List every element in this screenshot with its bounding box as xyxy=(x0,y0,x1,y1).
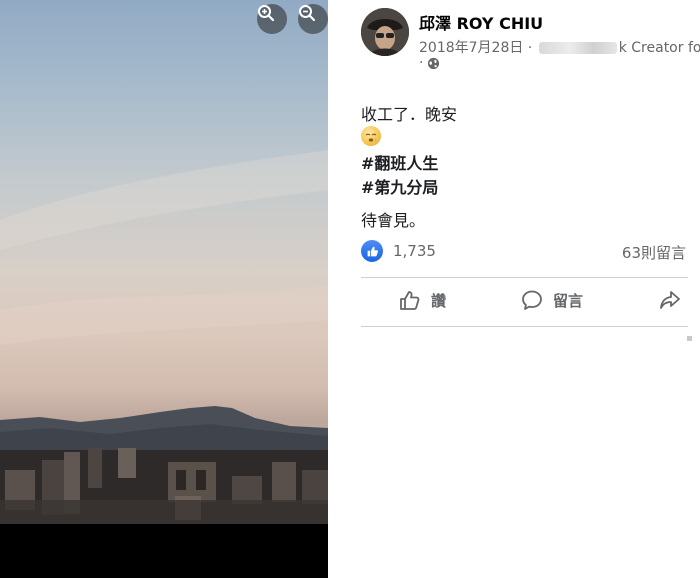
privacy-separator: · xyxy=(419,55,424,71)
post-meta: 2018年7月28日 · k Creator for xyxy=(419,37,700,57)
redacted-text xyxy=(538,42,617,54)
zoom-in-icon xyxy=(258,5,275,22)
post-text-line1: 收工了．晚安 xyxy=(361,105,458,124)
divider xyxy=(361,326,688,327)
hashtag-link[interactable]: #第九分局 xyxy=(361,176,438,200)
privacy-row: · xyxy=(419,55,440,71)
avatar[interactable] xyxy=(361,8,409,56)
share-button[interactable] xyxy=(659,289,681,311)
zoom-out-icon xyxy=(299,5,316,22)
like-button[interactable]: 讚 xyxy=(399,289,446,311)
comment-button[interactable]: 留言 xyxy=(521,289,583,311)
comment-count[interactable]: 63則留言 xyxy=(622,242,686,263)
post-photo xyxy=(0,0,328,524)
hashtag-list: #翻班人生 #第九分局 xyxy=(361,152,438,200)
comment-icon xyxy=(522,290,542,310)
sleepy-face-emoji-icon xyxy=(361,126,381,146)
resize-handle xyxy=(687,336,692,341)
post-panel: 邱澤 ROY CHIU 2018年7月28日 · k Creator for ·… xyxy=(328,0,700,578)
creator-label: k Creator for xyxy=(618,40,700,56)
globe-icon[interactable] xyxy=(427,57,440,70)
share-icon xyxy=(660,291,680,309)
photo-viewer xyxy=(0,0,328,578)
thumbs-up-icon xyxy=(400,291,420,310)
action-bar: 讚 留言 xyxy=(361,283,688,323)
post-date[interactable]: 2018年7月28日 · xyxy=(419,40,532,56)
hashtag-link[interactable]: #翻班人生 xyxy=(361,152,438,176)
post-text-line2: 待會見。 xyxy=(361,211,426,230)
like-count: 1,735 xyxy=(393,242,436,260)
comment-button-label: 留言 xyxy=(553,291,584,310)
zoom-out-button[interactable] xyxy=(298,4,328,34)
reaction-summary[interactable]: 1,735 xyxy=(361,240,436,262)
divider xyxy=(361,277,688,278)
like-button-label: 讚 xyxy=(431,291,447,310)
zoom-in-button[interactable] xyxy=(257,4,287,34)
photo-letterbox xyxy=(0,524,328,578)
like-reaction-icon xyxy=(361,240,383,262)
author-name[interactable]: 邱澤 ROY CHIU xyxy=(419,10,543,34)
